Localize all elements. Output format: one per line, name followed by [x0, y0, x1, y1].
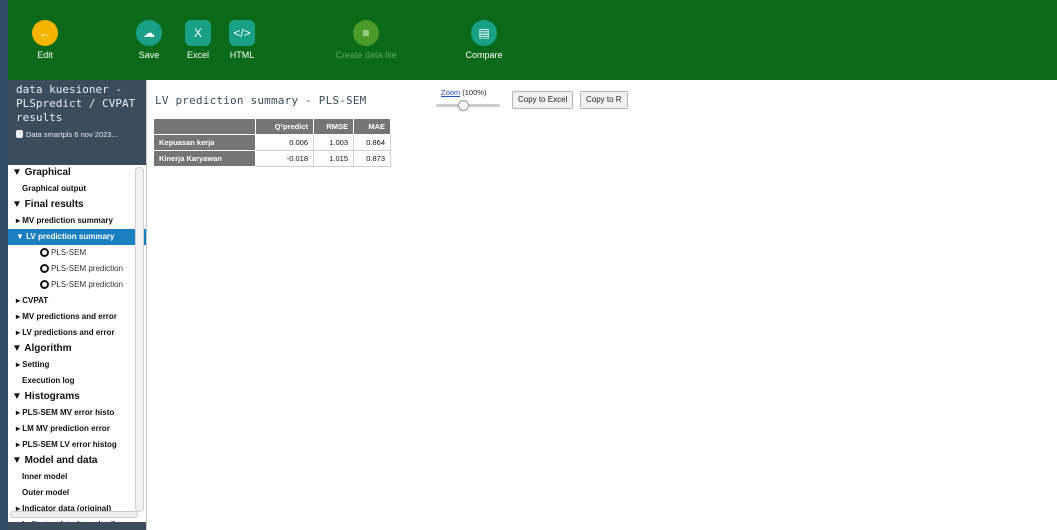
tree-item-pls-sem-prediction-1[interactable]: PLS-SEM prediction	[8, 261, 146, 277]
table-cell: -0.018	[255, 150, 314, 167]
page-title: LV prediction summary - PLS-SEM	[155, 94, 367, 107]
tree-section-histograms[interactable]: ▼ Histograms	[8, 389, 146, 405]
tree-item-lv-predictions-errors[interactable]: ▸ LV predictions and error	[8, 325, 146, 341]
tree-item-pls-sem[interactable]: PLS-SEM	[8, 245, 146, 261]
html-button[interactable]: </> HTML	[212, 20, 272, 60]
tree-item-lv-prediction-summary[interactable]: ▼ LV prediction summary	[8, 229, 146, 245]
tree-item-pls-sem-prediction-2[interactable]: PLS-SEM prediction	[8, 277, 146, 293]
tree-item-pls-sem-lv-error[interactable]: ▸ PLS-SEM LV error histog	[8, 437, 146, 453]
sidebar: data kuesioner - PLSpredict / CVPAT resu…	[8, 80, 147, 530]
radio-circle-icon	[40, 280, 49, 289]
tree-item-label: PLS-SEM prediction	[51, 280, 124, 289]
edit-label: Edit	[37, 50, 53, 60]
column-header-mae: MAE	[353, 118, 391, 135]
lv-prediction-table: Q²predict RMSE MAE Kepuasan kerja 0.006 …	[153, 118, 391, 167]
sidebar-header: data kuesioner - PLSpredict / CVPAT resu…	[8, 80, 146, 165]
column-header-rmse: RMSE	[313, 118, 354, 135]
tree-section-algorithm[interactable]: ▼ Algorithm	[8, 341, 146, 357]
table-cell: 0.864	[353, 134, 391, 151]
tree-section-model-and-data[interactable]: ▼ Model and data	[8, 453, 146, 469]
left-edge-strip	[0, 0, 8, 530]
tree-item-label: PLS-SEM prediction	[51, 264, 124, 273]
sidebar-vertical-scrollbar[interactable]	[135, 167, 144, 512]
table-row: Kinerja Karyawan -0.018 1.015 0.873	[153, 150, 391, 167]
tree-item-mv-prediction-summary[interactable]: ▸ MV prediction summary	[8, 213, 146, 229]
results-tree: ▼ Graphical Graphical output ▼ Final res…	[8, 165, 146, 530]
tree-item-cvpat[interactable]: ▸ CVPAT	[8, 293, 146, 309]
row-header: Kinerja Karyawan	[153, 150, 256, 167]
table-cell: 1.015	[313, 150, 354, 167]
tree-item-setting[interactable]: ▸ Setting	[8, 357, 146, 373]
toolbar: ← Edit ☁ Save X Excel </> HTML ≡ Create …	[8, 0, 1057, 80]
database-icon: ≡	[353, 20, 379, 46]
tree-section-final-results[interactable]: ▼ Final results	[8, 197, 146, 213]
table-header-row: Q²predict RMSE MAE	[153, 118, 391, 135]
tree-item-inner-model[interactable]: Inner model	[8, 469, 146, 485]
create-data-file-button[interactable]: ≡ Create data file	[331, 20, 401, 60]
table-cell: 0.006	[255, 134, 314, 151]
edit-button[interactable]: ← Edit	[15, 20, 75, 60]
zoom-label: Zoom (100%)	[441, 88, 486, 97]
compare-label: Compare	[465, 50, 503, 60]
tree-item-mv-predictions-errors[interactable]: ▸ MV predictions and error	[8, 309, 146, 325]
back-arrow-icon: ←	[32, 20, 58, 46]
table-corner-cell	[153, 118, 256, 135]
tree-item-lm-mv-prediction-error[interactable]: ▸ LM MV prediction error	[8, 421, 146, 437]
sidebar-title: data kuesioner - PLSpredict / CVPAT resu…	[16, 83, 136, 124]
table-cell: 1.003	[313, 134, 354, 151]
column-header-q2predict: Q²predict	[255, 118, 314, 135]
tree-item-outer-model[interactable]: Outer model	[8, 485, 146, 501]
tree-section-graphical[interactable]: ▼ Graphical	[8, 165, 146, 181]
radio-circle-icon	[40, 248, 49, 257]
copy-to-r-button[interactable]: Copy to R	[580, 91, 628, 109]
sidebar-footer-bar	[8, 522, 146, 530]
database-icon	[16, 130, 23, 138]
table-cell: 0.873	[353, 150, 391, 167]
zoom-value: (100%)	[462, 88, 487, 97]
create-data-file-label: Create data file	[335, 50, 397, 60]
copy-to-excel-button[interactable]: Copy to Excel	[512, 91, 574, 109]
zoom-link[interactable]: Zoom	[441, 88, 460, 97]
table-row: Kepuasan kerja 0.006 1.003 0.864	[153, 134, 391, 151]
html-label: HTML	[229, 50, 255, 60]
compare-book-icon: ▤	[471, 20, 497, 46]
row-header: Kepuasan kerja	[153, 134, 256, 151]
data-file-link[interactable]: Data smartpls 6 nov 2023...	[16, 130, 140, 139]
compare-button[interactable]: ▤ Compare	[454, 20, 514, 60]
cloud-upload-icon: ☁	[136, 20, 162, 46]
zoom-slider-thumb[interactable]	[458, 100, 469, 111]
data-file-label: Data smartpls 6 nov 2023...	[26, 130, 118, 139]
sidebar-horizontal-scrollbar[interactable]	[10, 511, 138, 518]
tree-item-label: PLS-SEM	[51, 248, 87, 257]
html-code-icon: </>	[229, 20, 255, 46]
tree-item-pls-sem-mv-error[interactable]: ▸ PLS-SEM MV error histo	[8, 405, 146, 421]
tree-item-execution-log[interactable]: Execution log	[8, 373, 146, 389]
tree-item-graphical-output[interactable]: Graphical output	[8, 181, 146, 197]
app-window: ← Edit ☁ Save X Excel </> HTML ≡ Create …	[0, 0, 1057, 530]
excel-icon: X	[185, 20, 211, 46]
radio-circle-icon	[40, 264, 49, 273]
